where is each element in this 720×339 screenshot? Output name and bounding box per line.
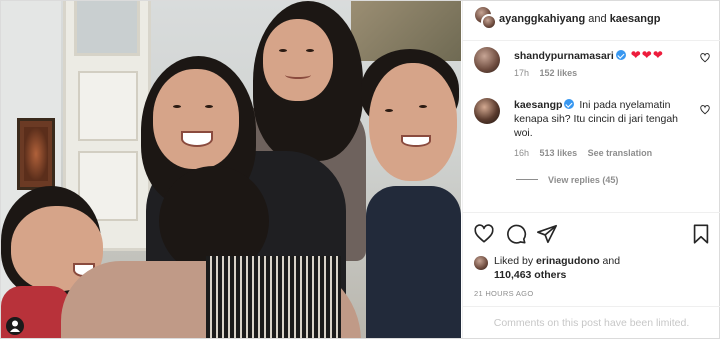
- comment-icon[interactable]: [505, 223, 527, 245]
- comment-likes[interactable]: 152 likes: [540, 68, 578, 78]
- verified-badge-icon: [615, 50, 626, 60]
- liked-by-prefix: Liked by: [494, 255, 534, 267]
- post-side-panel: ayanggkahiyang and kaesangp shandypurnam…: [462, 1, 720, 338]
- bookmark-icon[interactable]: [690, 223, 712, 245]
- verified-badge-icon: [564, 99, 575, 109]
- post-header: ayanggkahiyang and kaesangp: [463, 1, 720, 41]
- liked-by-avatar[interactable]: [474, 256, 488, 270]
- header-avatar-2[interactable]: [481, 14, 497, 30]
- comment-body: shandypurnamasari ❤❤❤: [514, 48, 689, 63]
- photo-person-face: [263, 19, 333, 101]
- replies-divider: [516, 179, 538, 180]
- comment-username[interactable]: shandypurnamasari: [514, 50, 614, 62]
- liked-by-others[interactable]: 110,463 others: [494, 269, 566, 281]
- paper-plane-icon[interactable]: [536, 223, 558, 245]
- action-bar: [463, 212, 720, 252]
- comment-username[interactable]: kaesangp: [514, 99, 562, 111]
- comments-limited-notice: Comments on this post have been limited.: [463, 306, 720, 338]
- comment-avatar[interactable]: [474, 98, 500, 124]
- comment-text: ❤❤❤: [630, 48, 664, 62]
- header-joiner: and: [588, 13, 607, 25]
- comment-like-heart-icon[interactable]: [700, 53, 710, 63]
- view-replies-label: View replies (45): [548, 175, 619, 185]
- comment-avatar[interactable]: [474, 47, 500, 73]
- photo-wall-painting: [17, 118, 55, 190]
- comment-likes[interactable]: 513 likes: [540, 148, 578, 158]
- comment-meta: 17h 152 likes: [514, 68, 585, 78]
- comment-item: shandypurnamasari ❤❤❤ 17h 152 likes: [463, 45, 720, 89]
- liked-by-middle: and: [602, 255, 621, 267]
- photo-person-face: [369, 63, 457, 181]
- user-silhouette-icon: [10, 320, 20, 332]
- comment-like-heart-icon[interactable]: [700, 105, 710, 115]
- liked-by-user[interactable]: erinagudono: [536, 255, 600, 267]
- comment-time: 16h: [514, 148, 530, 158]
- comment-item: kaesangp Ini pada nyelamatin kenapa sih?…: [463, 96, 720, 166]
- post-photo[interactable]: [1, 1, 461, 338]
- comment-meta: 16h 513 likes See translation: [514, 148, 660, 158]
- photo-person-shirt: [366, 186, 461, 338]
- comment-body: kaesangp Ini pada nyelamatin kenapa sih?…: [514, 98, 689, 140]
- header-user-2[interactable]: kaesangp: [610, 13, 661, 25]
- post-timestamp[interactable]: 21 HOURS AGO: [474, 289, 533, 298]
- view-replies-button[interactable]: View replies (45): [516, 175, 618, 185]
- liked-by-text: Liked by erinagudono and 110,463 others: [494, 254, 694, 282]
- comment-time: 17h: [514, 68, 530, 78]
- header-title: ayanggkahiyang and kaesangp: [499, 13, 660, 25]
- heart-icon[interactable]: [473, 223, 495, 245]
- photo-woven-cloth: [206, 256, 341, 338]
- see-translation-link[interactable]: See translation: [588, 148, 653, 158]
- tagged-users-button[interactable]: [6, 317, 24, 335]
- photo-person-face: [153, 69, 239, 169]
- header-user-1[interactable]: ayanggkahiyang: [499, 13, 585, 25]
